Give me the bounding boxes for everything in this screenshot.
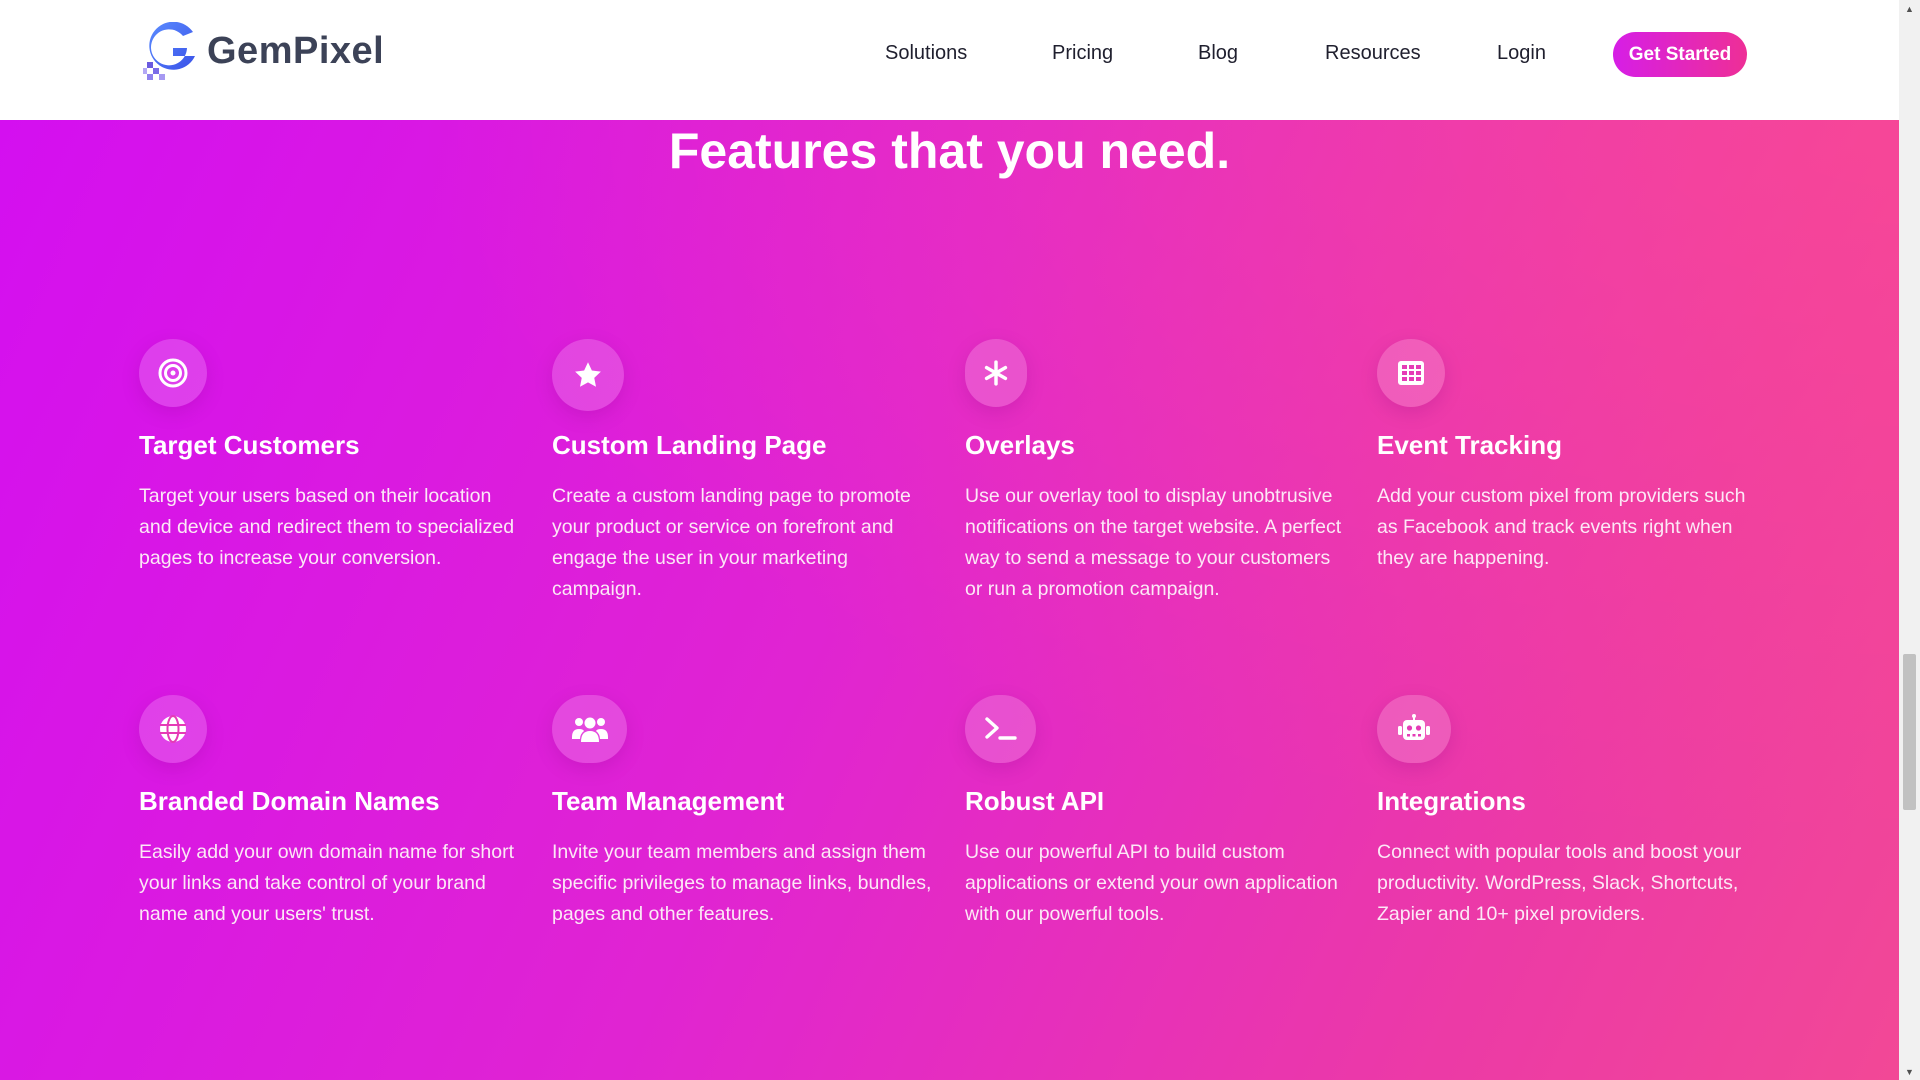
feature-title: Overlays (965, 430, 1075, 460)
grid-icon (1377, 339, 1445, 407)
nav-link-login[interactable]: Login (1497, 42, 1546, 65)
features-title: Features that you need. (668, 123, 1231, 179)
feature-description: Easily add your own domain name for shor… (139, 841, 515, 925)
feature-card-overlays: Overlays Use our overlay tool to display… (965, 339, 1345, 605)
feature-description: Target your users based on their locatio… (139, 485, 515, 569)
feature-title: Robust API (965, 786, 1105, 816)
scrollbar-thumb[interactable] (1903, 654, 1916, 810)
feature-title: Integrations (1377, 786, 1526, 816)
gempixel-logo-icon (143, 21, 197, 80)
feature-description: Create a custom landing page to promote … (552, 485, 911, 600)
nav-link-blog[interactable]: Blog (1198, 42, 1238, 65)
target-icon (139, 339, 207, 407)
globe-icon (139, 695, 207, 763)
robot-icon (1377, 695, 1451, 763)
feature-title: Custom Landing Page (552, 430, 827, 460)
feature-title: Team Management (552, 786, 785, 816)
feature-card-robust-api: Robust API Use our powerful API to build… (965, 695, 1345, 930)
feature-card-custom-landing-page: Custom Landing Page Create a custom land… (552, 339, 932, 605)
feature-description: Connect with popular tools and boost you… (1377, 841, 1742, 925)
nav-link-solutions[interactable]: Solutions (885, 42, 967, 65)
scroll-up-arrow-icon[interactable]: ▲ (1899, 0, 1920, 17)
team-icon (552, 695, 627, 763)
terminal-icon (965, 695, 1036, 763)
logo[interactable]: GemPixel (143, 21, 385, 80)
features-section: Features that you need. Target Customers… (0, 120, 1899, 1080)
navbar: GemPixel Solutions Pricing Blog Resource… (0, 0, 1899, 120)
asterisk-icon (965, 339, 1027, 407)
scrollbar[interactable]: ▲ ▼ (1899, 0, 1920, 1080)
feature-title: Target Customers (139, 430, 360, 460)
nav-link-pricing[interactable]: Pricing (1052, 42, 1113, 65)
feature-title: Event Tracking (1377, 430, 1562, 460)
feature-card-target-customers: Target Customers Target your users based… (139, 339, 519, 574)
feature-title: Branded Domain Names (139, 786, 440, 816)
get-started-button[interactable]: Get Started (1613, 32, 1747, 77)
feature-description: Invite your team members and assign them… (552, 841, 932, 925)
feature-card-integrations: Integrations Connect with popular tools … (1377, 695, 1757, 930)
feature-card-event-tracking: Event Tracking Add your custom pixel fro… (1377, 339, 1757, 574)
nav-link-resources[interactable]: Resources (1325, 42, 1421, 65)
feature-description: Add your custom pixel from providers suc… (1377, 485, 1746, 569)
feature-card-branded-domain-names: Branded Domain Names Easily add your own… (139, 695, 519, 930)
scroll-down-arrow-icon[interactable]: ▼ (1899, 1063, 1920, 1080)
star-icon (552, 339, 624, 411)
feature-description: Use our overlay tool to display unobtrus… (965, 485, 1342, 600)
feature-description: Use our powerful API to build custom app… (965, 841, 1338, 925)
feature-card-team-management: Team Management Invite your team members… (552, 695, 932, 930)
brand-name: GemPixel (207, 29, 385, 72)
